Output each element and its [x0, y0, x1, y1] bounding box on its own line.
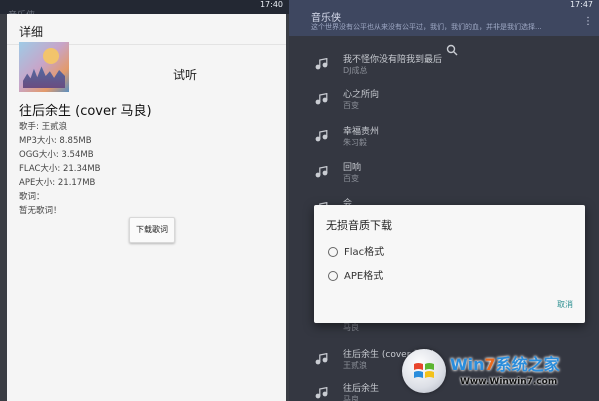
cancel-button[interactable]: 取消 [557, 299, 573, 310]
song-title: 幸福责州 [343, 127, 380, 137]
more-vert-icon[interactable]: ⋮ [583, 16, 593, 27]
mp3-size: MP3大小: 8.85MB [19, 136, 92, 146]
brand-prefix: Win [450, 355, 485, 374]
song-artist: 朱习毅 [343, 138, 367, 147]
song-list-item[interactable]: 回响 百变 [289, 156, 599, 190]
trial-listen-button[interactable]: 试听 [173, 66, 197, 83]
song-title: 往后余生 (cover 马良) [19, 104, 152, 119]
music-note-icon [315, 130, 328, 142]
watermark-url: Www.Winwin7.com [460, 377, 558, 387]
lossless-download-dialog: 无损音质下载 Flac格式 APE格式 取消 [314, 205, 585, 323]
song-list-item[interactable]: 幸福责州 朱习毅 [289, 120, 599, 154]
status-bar [0, 0, 289, 14]
album-cover-image [19, 42, 69, 92]
watermark: Win7系统之家 Www.Winwin7.com [402, 347, 596, 399]
song-list-item[interactable]: 心之所向 百变 [289, 83, 599, 117]
song-title: 回响 [343, 163, 362, 173]
ogg-size: OGG大小: 3.54MB [19, 150, 94, 160]
panel-header: 详细 [7, 14, 286, 45]
panel-title: 详细 [19, 25, 44, 39]
app-bar: 音乐侠 这个世界没有公平也从来没有公平过，我们，我们的血，并非是我们选择... … [289, 0, 599, 36]
song-artist: 王贰浪 [343, 361, 367, 370]
music-note-icon [315, 93, 328, 105]
lyrics-label: 歌词： [19, 192, 45, 202]
singer-info: 歌手: 王贰浪 [19, 122, 68, 132]
ape-size: APE大小: 21.17MB [19, 178, 96, 188]
watermark-brand: Win7系统之家 [450, 351, 560, 375]
ape-option-label: APE格式 [344, 271, 384, 282]
brand-seven: 7 [484, 355, 496, 374]
status-time-right: 17:47 [569, 0, 593, 9]
music-note-icon [315, 387, 328, 399]
song-artist: DJ成总 [343, 66, 368, 75]
lyrics-content: 暂无歌词！ [19, 206, 62, 216]
right-screen: 音乐侠 这个世界没有公平也从来没有公平过，我们，我们的血，并非是我们选择... … [289, 0, 599, 401]
music-note-icon [315, 166, 328, 178]
song-detail-panel: 详细 试听 往后余生 (cover 马良) 歌手: 王贰浪 MP3大小: 8.8… [7, 14, 286, 401]
song-title: 往后余生 [343, 384, 380, 394]
download-lyrics-button[interactable]: 下载歌词 [129, 217, 175, 243]
music-note-icon [315, 58, 328, 70]
song-title: 我不怪你没有陪我到最后 [343, 55, 443, 65]
radio-circle-icon [328, 271, 338, 281]
flac-size: FLAC大小: 21.34MB [19, 164, 101, 174]
windows-logo-icon [402, 349, 446, 393]
song-list-item[interactable]: 我不怪你没有陪我到最后 DJ成总 [289, 48, 599, 82]
ape-option-radio[interactable]: APE格式 [328, 267, 384, 282]
song-artist: 百变 [343, 174, 359, 183]
flac-option-label: Flac格式 [344, 247, 385, 258]
song-title: 心之所向 [343, 90, 380, 100]
radio-circle-icon [328, 247, 338, 257]
song-artist: 马良 [343, 395, 359, 401]
flac-option-radio[interactable]: Flac格式 [328, 243, 385, 258]
brand-suffix: 系统之家 [495, 355, 560, 374]
status-time: 17:40 [259, 0, 283, 9]
song-artist: 百变 [343, 101, 359, 110]
dialog-title: 无损音质下载 [326, 219, 392, 232]
left-screen: 17:40 音乐侠 详细 试听 往后余生 (cover 马良) 歌手: 王贰浪 … [0, 0, 289, 401]
music-note-icon [315, 353, 328, 365]
song-artist: 马良 [343, 323, 359, 332]
app-subtitle: 这个世界没有公平也从来没有公平过，我们，我们的血，并非是我们选择... [311, 23, 542, 31]
